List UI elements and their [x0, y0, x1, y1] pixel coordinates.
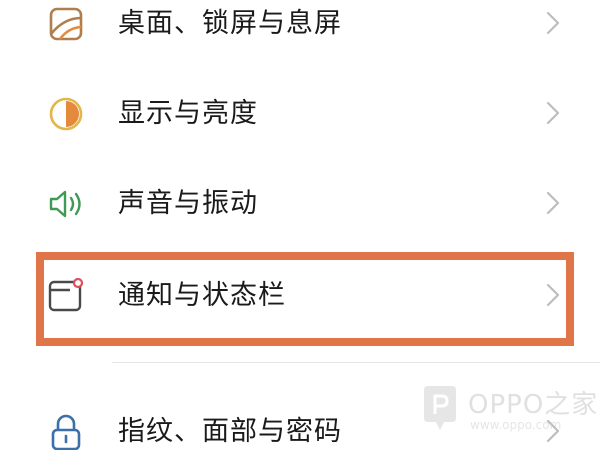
chevron-right-icon — [540, 10, 564, 36]
settings-item-label: 桌面、锁屏与息屏 — [118, 8, 342, 39]
settings-item-desktop-lockscreen[interactable]: 桌面、锁屏与息屏 — [0, 0, 600, 62]
brightness-icon — [46, 94, 86, 134]
chevron-right-icon — [540, 100, 564, 126]
watermark-brand: OPPO之家 — [468, 390, 599, 420]
highlight-box — [36, 252, 574, 346]
settings-screen: 桌面、锁屏与息屏 显示与亮度 声音与振动 通知与状态栏 指纹、面部与密码 OPP… — [0, 0, 600, 450]
watermark-url: www.oppo.com — [470, 418, 562, 432]
speaker-icon — [46, 184, 86, 224]
settings-item-label: 声音与振动 — [118, 188, 258, 219]
divider — [112, 362, 600, 363]
settings-item-display-brightness[interactable]: 显示与亮度 — [0, 72, 600, 152]
lock-icon — [46, 412, 86, 450]
chevron-right-icon — [540, 190, 564, 216]
settings-item-label: 显示与亮度 — [118, 98, 258, 129]
settings-item-sound-vibration[interactable]: 声音与振动 — [0, 162, 600, 242]
brand-logo-icon — [420, 384, 460, 432]
watermark: OPPO之家 www.oppo.com — [420, 382, 599, 442]
wallpaper-icon — [46, 4, 86, 44]
settings-item-label: 指纹、面部与密码 — [118, 416, 342, 447]
